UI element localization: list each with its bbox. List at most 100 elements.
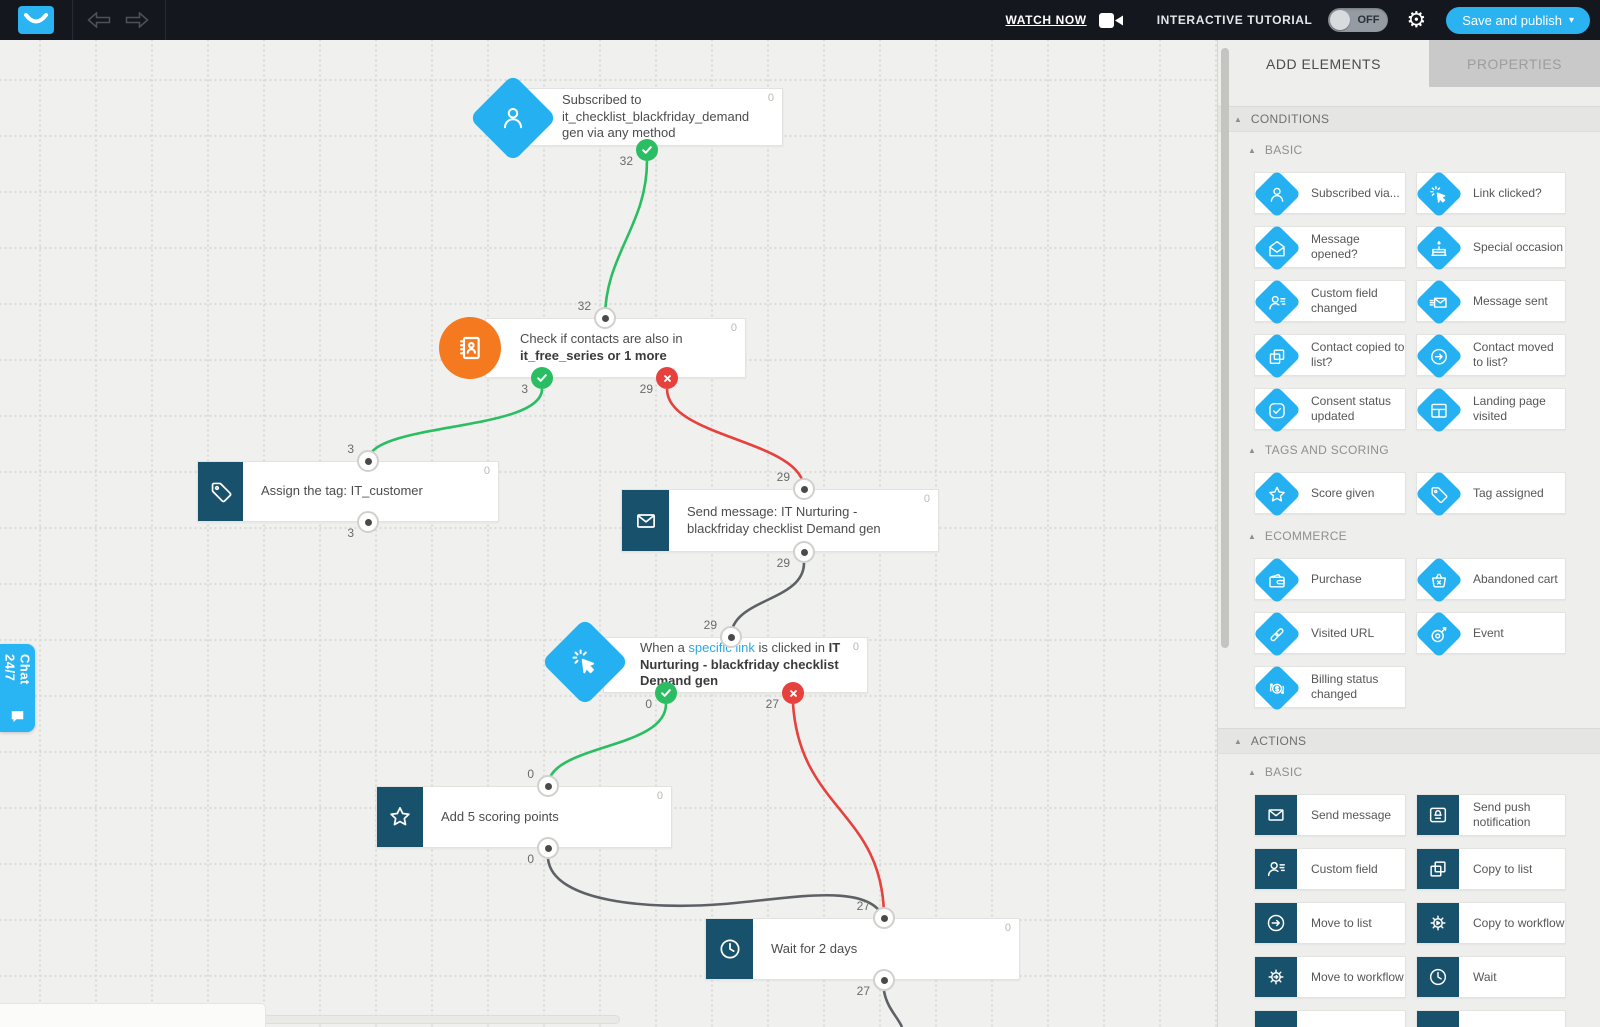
element-custom-field-changed[interactable]: Custom field changed: [1252, 277, 1406, 327]
watch-now-link[interactable]: WATCH NOW: [1006, 13, 1087, 27]
element-subscribed-via[interactable]: Subscribed via...: [1252, 169, 1406, 219]
undo-button[interactable]: [87, 11, 111, 29]
element-label: Consent status updated: [1311, 394, 1392, 423]
port-dot-wait[interactable]: 27: [857, 899, 895, 929]
element-billing-status-changed[interactable]: Billing status changed: [1252, 663, 1406, 713]
settings-gear-icon[interactable]: ⚙: [1406, 9, 1426, 31]
element-label: Custom field: [1311, 861, 1378, 876]
element-landing-page-visited[interactable]: Landing page visited: [1414, 385, 1566, 435]
condition-icon-diamond: [1252, 169, 1302, 219]
element-custom-field[interactable]: Custom field: [1254, 848, 1406, 890]
element-special-occasion[interactable]: Special occasion: [1414, 223, 1566, 273]
port-check-subscribed-trigger[interactable]: 32: [620, 139, 658, 168]
element-message-sent[interactable]: Message sent: [1414, 277, 1566, 327]
element-item[interactable]: [1254, 1010, 1406, 1027]
element-label: Event: [1473, 625, 1504, 640]
node-icon-tile: [622, 490, 669, 551]
element-purchase[interactable]: Purchase: [1252, 555, 1406, 605]
workflow-edge: [603, 160, 649, 319]
element-contact-copied-to-list[interactable]: Contact copied to list?: [1252, 331, 1406, 381]
node-assign-tag[interactable]: Assign the tag: IT_customer 0: [197, 461, 499, 522]
save-button-label: Save and publish: [1462, 12, 1562, 28]
save-and-publish-button[interactable]: Save and publish ▾: [1446, 6, 1590, 34]
element-message-opened[interactable]: Message opened?: [1252, 223, 1406, 273]
app-logo[interactable]: [18, 6, 54, 34]
port-count-label: 3: [347, 526, 354, 540]
bottom-panel[interactable]: [0, 1003, 266, 1027]
element-send-message[interactable]: Send message: [1254, 794, 1406, 836]
chat-tab[interactable]: Chat 24/7: [0, 644, 35, 732]
node-add-scoring-points[interactable]: Add 5 scoring points 0: [376, 786, 672, 848]
port-dot-send-message[interactable]: 29: [777, 470, 815, 500]
collapse-triangle-icon: ▲: [1234, 114, 1242, 124]
port-count-label: 32: [619, 154, 633, 168]
port-dot-assign-tag[interactable]: 3: [347, 442, 379, 472]
node-subscribed-trigger[interactable]: Subscribed to it_checklist_blackfriday_d…: [517, 88, 783, 146]
group-header-ecommerce[interactable]: ▲ ECOMMERCE: [1218, 524, 1600, 548]
element-move-to-list[interactable]: Move to list: [1254, 902, 1406, 944]
workflow-edge: [366, 388, 544, 462]
group-header-tags-and-scoring[interactable]: ▲ TAGS AND SCORING: [1218, 438, 1600, 462]
element-item[interactable]: [1416, 1010, 1566, 1027]
element-abandoned-cart[interactable]: Abandoned cart: [1414, 555, 1566, 605]
star-icon: [1269, 485, 1285, 501]
action-icon-tile: [1255, 849, 1297, 889]
port-dot-check-contacts[interactable]: 32: [578, 299, 616, 329]
sidebar-tabs: ADD ELEMENTS PROPERTIES: [1218, 40, 1600, 87]
condition-icon-diamond: [1252, 555, 1302, 605]
element-label: Score given: [1311, 485, 1375, 500]
element-label: Send push notification: [1473, 800, 1531, 829]
element-wait[interactable]: Wait: [1416, 956, 1566, 998]
node-check-contacts-circle[interactable]: [439, 317, 501, 379]
port-circle: [782, 682, 804, 704]
group-header-basic[interactable]: ▲ BASIC: [1218, 138, 1600, 162]
element-grid: Send message Send push notification Custom…: [1218, 794, 1600, 1027]
element-label: Move to list: [1311, 915, 1372, 930]
redo-button[interactable]: [125, 11, 149, 29]
node-wait[interactable]: Wait for 2 days 0: [705, 918, 1020, 980]
port-dot-wait[interactable]: 27: [857, 969, 895, 998]
section-header-actions[interactable]: ▲ ACTIONS: [1218, 728, 1600, 754]
element-label: Send message: [1311, 807, 1392, 822]
element-score-given[interactable]: Score given: [1252, 469, 1406, 519]
element-label: Special occasion: [1473, 239, 1564, 254]
element-contact-moved-to-list[interactable]: Contact moved to list?: [1414, 331, 1566, 381]
port-circle: [793, 478, 815, 500]
element-tag-assigned[interactable]: Tag assigned: [1414, 469, 1566, 519]
port-dot-add-scoring-points[interactable]: 0: [527, 767, 559, 797]
node-send-message[interactable]: Send message: IT Nurturing - blackfriday…: [621, 489, 939, 552]
element-move-to-workflow[interactable]: Move to workflow: [1254, 956, 1406, 998]
element-visited-url[interactable]: Visited URL: [1252, 609, 1406, 659]
check-icon: [642, 146, 652, 154]
element-send-push-notification[interactable]: Send push notification: [1416, 794, 1566, 836]
element-label: Abandoned cart: [1473, 571, 1558, 586]
top-bar: WATCH NOW INTERACTIVE TUTORIAL OFF ⚙ Sav…: [0, 0, 1600, 40]
element-link-clicked[interactable]: Link clicked?: [1414, 169, 1566, 219]
section-header-conditions[interactable]: ▲ CONDITIONS: [1218, 106, 1600, 132]
tab-properties[interactable]: PROPERTIES: [1429, 40, 1600, 87]
click-icon: [1430, 185, 1446, 202]
element-copy-to-list[interactable]: Copy to list: [1416, 848, 1566, 890]
tab-add-elements[interactable]: ADD ELEMENTS: [1218, 40, 1429, 87]
element-consent-status-updated[interactable]: Consent status updated: [1252, 385, 1406, 435]
tutorial-toggle[interactable]: OFF: [1328, 8, 1389, 32]
port-check-check-contacts[interactable]: 3: [521, 367, 553, 396]
port-check-link-clicked[interactable]: 0: [645, 682, 677, 711]
sidebar-scrollbar[interactable]: [1221, 48, 1229, 648]
port-dot-assign-tag[interactable]: 3: [347, 511, 379, 540]
element-event[interactable]: Event: [1414, 609, 1566, 659]
port-dot-send-message[interactable]: 29: [777, 541, 815, 570]
group-header-basic[interactable]: ▲ BASIC: [1218, 760, 1600, 784]
push-icon: [1429, 807, 1447, 823]
port-cross-link-clicked[interactable]: 27: [766, 682, 804, 711]
node-text: Assign the tag: IT_customer: [261, 483, 423, 499]
workflow-canvas[interactable]: Subscribed to it_checklist_blackfriday_d…: [0, 40, 1217, 1027]
video-camera-icon[interactable]: [1098, 12, 1123, 29]
node-badge: 0: [1004, 922, 1011, 934]
port-dot-add-scoring-points[interactable]: 0: [527, 837, 559, 866]
element-label: Purchase: [1311, 571, 1362, 586]
element-copy-to-workflow[interactable]: Copy to workflow: [1416, 902, 1566, 944]
port-dot-link-clicked[interactable]: 29: [704, 618, 742, 648]
port-circle: [357, 450, 379, 472]
port-cross-check-contacts[interactable]: 29: [640, 367, 678, 396]
